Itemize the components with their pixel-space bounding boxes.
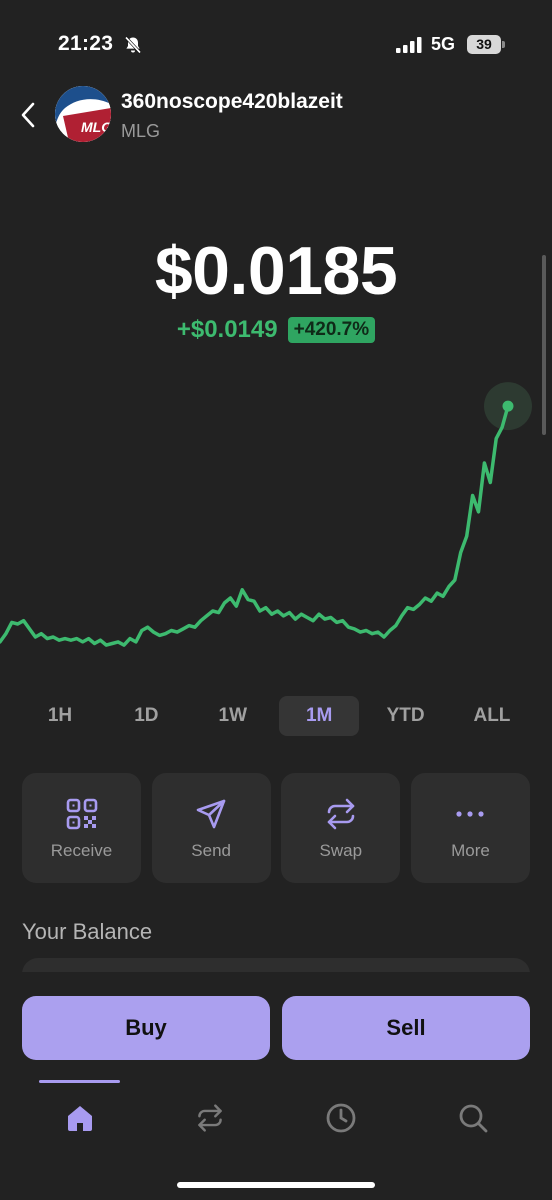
send-button[interactable]: Send <box>151 773 271 883</box>
more-icon <box>456 811 485 817</box>
home-icon <box>68 1106 92 1131</box>
price-line <box>0 404 510 647</box>
last-point-marker <box>502 400 514 412</box>
price-value: $0.0185 <box>154 233 398 309</box>
timeframe-1w[interactable]: 1W <box>193 696 273 736</box>
timeframe-1m[interactable]: 1M <box>279 696 360 736</box>
price-change-abs: +$0.0149 <box>176 316 278 343</box>
timeframe-all[interactable]: ALL <box>452 696 532 736</box>
balance-title: Your Balance <box>22 919 153 944</box>
swap-button[interactable]: Swap <box>281 773 401 883</box>
network-label: 5G <box>431 34 456 54</box>
price-change-pct-badge: +420.7% <box>287 317 376 343</box>
token-avatar: MLG <box>55 86 111 142</box>
action-row: Receive Send Swap More <box>22 773 530 883</box>
nav-history[interactable] <box>323 1100 359 1136</box>
chevron-left-icon <box>21 102 35 128</box>
token-name: 360noscope420blazeit <box>121 90 343 113</box>
signal-icon <box>396 37 422 53</box>
token-logo: MLG <box>55 86 111 142</box>
clock-icon <box>326 1103 356 1133</box>
status-time: 21:23 <box>58 32 114 55</box>
buy-button[interactable]: Buy <box>22 996 270 1060</box>
receive-button[interactable]: Receive <box>22 773 141 883</box>
timeframe-ytd[interactable]: YTD <box>366 696 446 736</box>
status-bar: 21:23 5G 39 <box>0 30 552 62</box>
token-detail-screen: 21:23 5G 39 MLG 360noscope420blazeit MLG… <box>0 0 552 1200</box>
swap-icon <box>327 798 355 830</box>
more-label: More <box>451 841 490 860</box>
timeframe-1d[interactable]: 1D <box>106 696 186 736</box>
home-indicator <box>177 1182 375 1188</box>
token-symbol: MLG <box>121 121 161 141</box>
back-button[interactable] <box>16 100 40 130</box>
send-icon <box>196 799 226 829</box>
bell-slash-icon <box>124 36 142 54</box>
more-button[interactable]: More <box>410 773 530 883</box>
nav-search[interactable] <box>455 1100 491 1136</box>
avatar-text: MLG <box>81 119 111 135</box>
price-chart[interactable] <box>0 370 552 670</box>
timeframe-selector: 1H 1D 1W 1M YTD ALL <box>20 696 532 736</box>
sell-button[interactable]: Sell <box>282 996 530 1060</box>
receive-label: Receive <box>50 841 113 860</box>
qr-code-icon <box>66 798 97 830</box>
active-tab-indicator <box>39 1080 120 1083</box>
price-change: +$0.0149 +420.7% <box>0 316 552 344</box>
swap-icon <box>198 1104 222 1132</box>
battery-icon: 39 <box>467 35 505 54</box>
scrollbar[interactable] <box>542 255 546 435</box>
swap-label: Swap <box>319 841 363 860</box>
trade-bar: Buy Sell <box>0 972 552 1080</box>
send-label: Send <box>191 841 231 860</box>
nav-home[interactable] <box>62 1100 98 1136</box>
timeframe-1h[interactable]: 1H <box>20 696 100 736</box>
search-icon <box>459 1104 488 1133</box>
nav-swap[interactable] <box>192 1100 228 1136</box>
bottom-nav <box>0 1080 552 1200</box>
